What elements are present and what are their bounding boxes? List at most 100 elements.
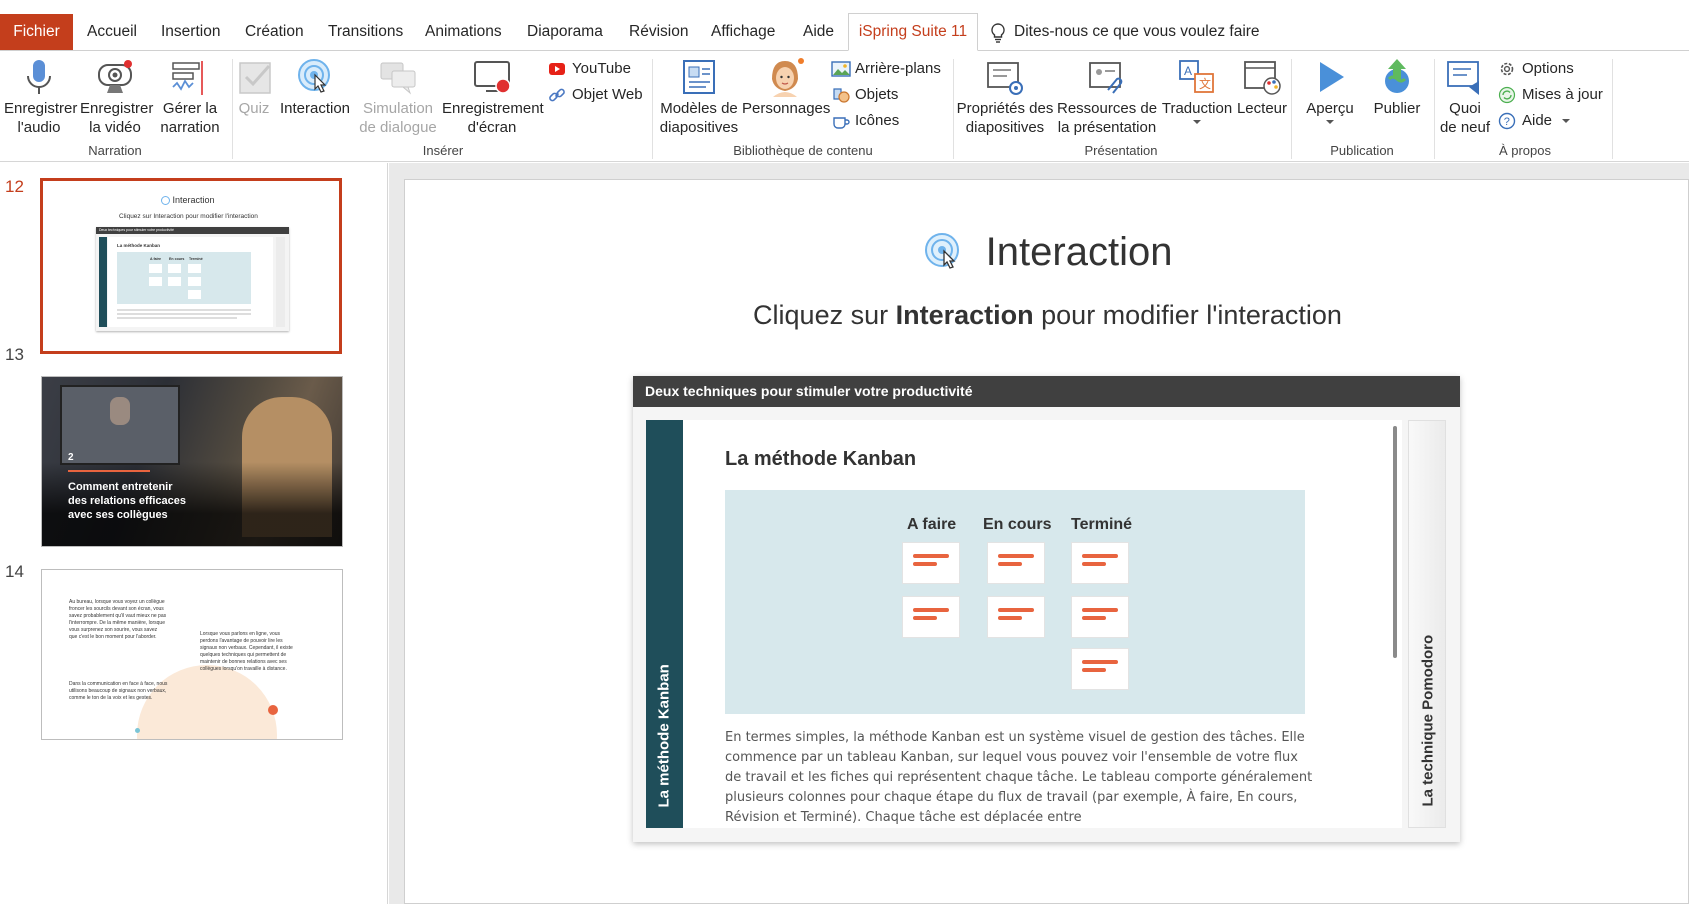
- play-preview-icon: [1320, 62, 1344, 92]
- manage-narration-button[interactable]: Gérer la narration: [155, 57, 225, 137]
- quiz-label: Quiz: [238, 100, 270, 117]
- record-audio-label-1: Enregistrer: [4, 100, 78, 117]
- record-audio-label-2: l'audio: [17, 119, 61, 136]
- youtube-icon: [549, 63, 565, 75]
- kanban-title: La méthode Kanban: [725, 448, 917, 470]
- tab-aide[interactable]: Aide: [803, 14, 834, 50]
- options-button[interactable]: Options: [1498, 59, 1608, 81]
- preview-dropdown-icon: [1326, 120, 1334, 124]
- tab-file[interactable]: Fichier: [0, 14, 73, 50]
- thumb14-p1-5: vous surprenez son sourire, vous savez: [69, 627, 158, 633]
- screen-recording-button[interactable]: Enregistrement d'écran: [442, 57, 544, 137]
- icons-button[interactable]: Icônes: [831, 111, 931, 133]
- slide-subtitle[interactable]: Cliquez sur Interaction pour modifier l'…: [405, 300, 1689, 331]
- slide-number-12: 12: [5, 177, 24, 196]
- whats-new-label-1: Quoi: [1449, 100, 1481, 117]
- whats-new-label-2: de neuf: [1439, 119, 1491, 136]
- translation-label: Traduction: [1161, 100, 1233, 117]
- tab-ispring-suite[interactable]: iSpring Suite 11: [848, 13, 978, 51]
- background-image-icon: [831, 61, 851, 77]
- thumb13-person-onscreen: [110, 397, 130, 425]
- lightbulb-icon: [991, 23, 1005, 43]
- help-button[interactable]: ? Aide: [1498, 111, 1588, 133]
- svg-text:A: A: [1184, 64, 1192, 78]
- player-palette-icon: [1244, 61, 1281, 95]
- thumb12-task-card: [149, 264, 162, 273]
- group-separator: [1434, 59, 1435, 159]
- whats-new-button[interactable]: Quoi de neuf: [1436, 57, 1494, 137]
- interaction-preview[interactable]: Deux techniques pour stimuler votre prod…: [633, 376, 1460, 842]
- thumb12-task-card: [188, 277, 201, 286]
- translation-button[interactable]: A 文 Traduction: [1160, 57, 1234, 124]
- accordion-tab-pomodoro[interactable]: La technique Pomodoro: [1408, 420, 1446, 828]
- tab-animations[interactable]: Animations: [425, 14, 502, 50]
- interaction-header: Deux techniques pour stimuler votre prod…: [633, 376, 1460, 407]
- objects-button[interactable]: Objets: [831, 85, 931, 107]
- dialog-simulation-button[interactable]: Simulation de dialogue: [356, 57, 440, 137]
- kanban-column-todo: A faire: [907, 516, 957, 533]
- dialog-simulation-label-2: de dialogue: [359, 119, 437, 136]
- slide-editor-area[interactable]: Interaction Cliquez sur Interaction pour…: [389, 163, 1689, 904]
- thumb14-p3-2: utilisons beaucoup de signaux non verbau…: [69, 688, 167, 694]
- record-video-button[interactable]: Enregistrer la vidéo: [80, 57, 153, 137]
- backgrounds-button[interactable]: Arrière-plans: [831, 59, 951, 81]
- tab-insertion[interactable]: Insertion: [161, 14, 220, 50]
- whats-new-icon: [1447, 61, 1479, 95]
- youtube-button[interactable]: YouTube: [548, 59, 648, 81]
- tab-accueil[interactable]: Accueil: [87, 14, 137, 50]
- tab-diaporama[interactable]: Diaporama: [527, 14, 603, 50]
- screen-record-icon: [474, 61, 511, 94]
- slide-title[interactable]: Interaction: [405, 228, 1689, 275]
- preview-button[interactable]: Aperçu: [1298, 57, 1362, 124]
- thumb14-p1-1: Au bureau, lorsque vous voyez un collègu…: [69, 599, 165, 605]
- screen-recording-label-2: d'écran: [467, 119, 517, 136]
- tab-revision[interactable]: Révision: [629, 14, 688, 50]
- thumb14-blue-dot: [135, 728, 140, 733]
- content-scrollbar[interactable]: [1393, 426, 1397, 658]
- character-avatar-icon: [772, 58, 804, 97]
- kanban-card: [1071, 648, 1129, 690]
- accordion-tab-kanban-label: La méthode Kanban: [655, 664, 673, 808]
- slide-properties-label-1: Propriétés des: [956, 100, 1054, 117]
- slide-properties-button[interactable]: Propriétés des diapositives: [956, 57, 1054, 137]
- thumb13-number: 2: [68, 452, 74, 463]
- subtitle-post: pour modifier l'interaction: [1033, 300, 1342, 330]
- thumb12-board: A faire En cours Terminé: [117, 252, 251, 304]
- tab-transitions[interactable]: Transitions: [328, 14, 403, 50]
- ribbon: Enregistrer l'audio Enregistrer la vidéo…: [0, 50, 1689, 162]
- quiz-button[interactable]: Quiz: [236, 57, 272, 118]
- slide-thumbnail-12[interactable]: Interaction Cliquez sur Interaction pour…: [40, 178, 342, 354]
- slide-thumbnails-panel[interactable]: 12 Interaction Cliquez sur Interaction p…: [0, 163, 388, 904]
- tab-affichage[interactable]: Affichage: [711, 14, 775, 50]
- thumb14-p2-3: signaux non verbaux. Cependant, il exist…: [200, 645, 293, 651]
- quiz-checkbox-icon: [239, 62, 271, 94]
- group-label-presentation: Présentation: [1084, 143, 1158, 158]
- characters-button[interactable]: Personnages: [742, 57, 830, 118]
- slide-thumbnail-13[interactable]: 2 Comment entretenir des relations effic…: [41, 376, 343, 547]
- thumb14-p2-1: Lorsque vous parlons en ligne, vous: [200, 631, 281, 637]
- interaction-label: Interaction: [279, 100, 351, 117]
- thumb14-p2-5: maintenir de bonnes relations avec ses: [200, 659, 287, 665]
- subtitle-bold: Interaction: [895, 300, 1034, 330]
- publish-button[interactable]: Publier: [1366, 57, 1428, 118]
- svg-text:文: 文: [1199, 76, 1211, 91]
- slide-thumbnail-14[interactable]: Au bureau, lorsque vous voyez un collègu…: [41, 569, 343, 740]
- group-label-library: Bibliothèque de contenu: [733, 143, 873, 158]
- refresh-icon: [1498, 86, 1516, 104]
- interaction-button[interactable]: Interaction: [278, 57, 352, 118]
- updates-button[interactable]: Mises à jour: [1498, 85, 1618, 107]
- thumb12-task-card: [188, 264, 201, 273]
- thumb13-monitor: [60, 385, 180, 465]
- slide-templates-button[interactable]: Modèles de diapositives: [656, 57, 742, 137]
- microphone-icon: [27, 60, 51, 94]
- player-button[interactable]: Lecteur: [1233, 57, 1291, 118]
- accordion-tab-kanban[interactable]: La méthode Kanban: [646, 420, 683, 828]
- record-audio-button[interactable]: Enregistrer l'audio: [4, 57, 78, 137]
- presentation-resources-button[interactable]: Ressources de la présentation: [1057, 57, 1157, 137]
- current-slide[interactable]: Interaction Cliquez sur Interaction pour…: [404, 179, 1689, 904]
- tell-me-label: Dites-nous ce que vous voulez faire: [1014, 23, 1260, 40]
- gear-icon: [1500, 62, 1514, 76]
- web-object-button[interactable]: Objet Web: [548, 85, 648, 107]
- tab-creation[interactable]: Création: [245, 14, 304, 50]
- record-video-label-2: la vidéo: [89, 119, 141, 136]
